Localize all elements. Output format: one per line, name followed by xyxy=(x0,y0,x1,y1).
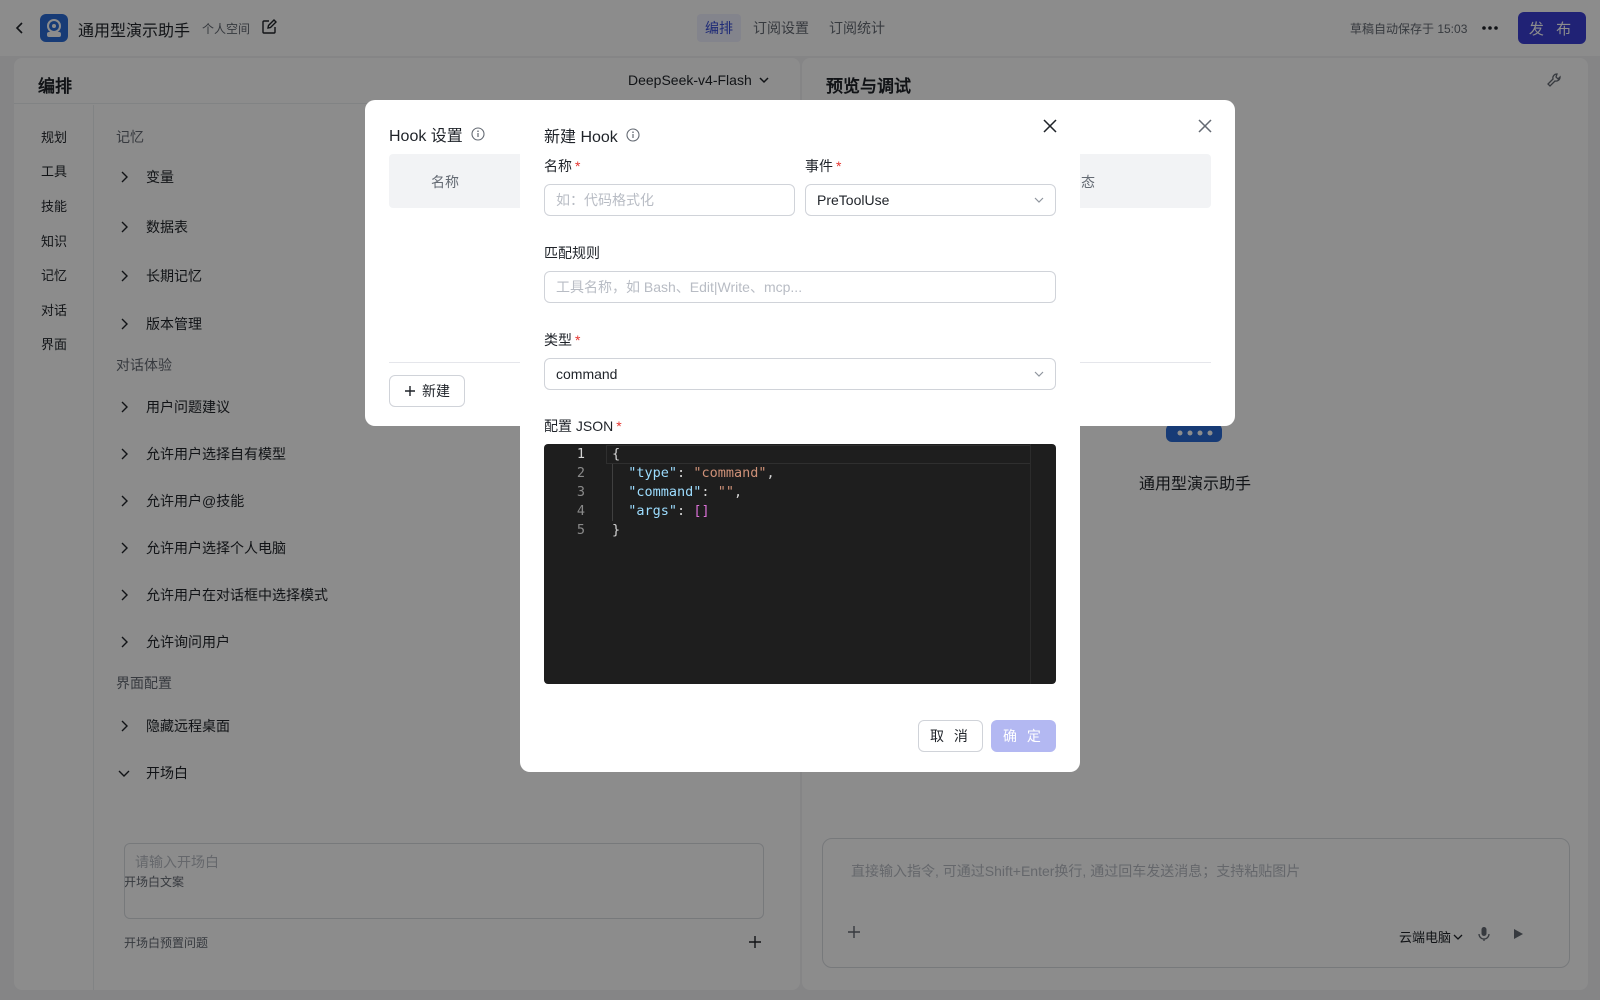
line-number: 4 xyxy=(576,503,585,519)
match-label: 匹配规则 xyxy=(544,245,600,261)
type-select[interactable]: command xyxy=(544,358,1056,390)
cancel-button[interactable]: 取 消 xyxy=(918,720,983,752)
hook-settings-title: Hook 设置 xyxy=(389,122,485,146)
line-number: 1 xyxy=(576,446,585,462)
line-number: 5 xyxy=(576,522,585,538)
event-label: 事件 * xyxy=(805,156,841,176)
chevron-down-icon xyxy=(1034,371,1044,377)
required-mark: * xyxy=(575,158,581,174)
close-icon[interactable] xyxy=(1042,118,1062,138)
name-input[interactable] xyxy=(544,184,795,216)
event-value: PreToolUse xyxy=(817,192,890,208)
new-hook-button[interactable]: 新建 xyxy=(389,375,465,407)
hook-col-status: 态 xyxy=(1081,174,1095,190)
name-label: 名称 * xyxy=(544,156,580,176)
line-number: 2 xyxy=(576,465,585,481)
new-hook-label: 新建 xyxy=(422,383,450,399)
required-mark: * xyxy=(836,158,842,174)
json-code-editor[interactable]: 1 { 2 "type": "command", 3 "command": ""… xyxy=(544,444,1056,684)
hook-col-name: 名称 xyxy=(431,174,459,190)
line-number: 3 xyxy=(576,484,585,500)
info-icon xyxy=(626,128,640,142)
info-icon xyxy=(471,127,485,141)
chevron-down-icon xyxy=(1034,197,1044,203)
name-label-text: 名称 xyxy=(544,158,572,174)
code-line: 2 "type": "command", xyxy=(544,464,1056,483)
code-line: 1 { xyxy=(544,445,1056,464)
type-label: 类型 * xyxy=(544,330,580,350)
code-text: "args": [] xyxy=(628,503,710,519)
confirm-button[interactable]: 确 定 xyxy=(991,720,1056,752)
event-label-text: 事件 xyxy=(805,158,833,174)
hook-settings-title-text: Hook 设置 xyxy=(389,128,463,145)
code-text: } xyxy=(612,522,621,538)
type-value: command xyxy=(556,366,618,382)
config-label-text: 配置 JSON xyxy=(544,418,614,434)
code-line: 4 "args": [] xyxy=(544,502,1056,521)
code-text: { xyxy=(612,446,621,462)
plus-icon xyxy=(405,386,415,396)
event-select[interactable]: PreToolUse xyxy=(805,184,1056,216)
type-label-text: 类型 xyxy=(544,332,572,348)
new-hook-title-text: 新建 Hook xyxy=(544,129,618,146)
match-rule-input[interactable] xyxy=(544,271,1056,303)
code-line: 5 } xyxy=(544,521,1056,540)
required-mark: * xyxy=(575,332,581,348)
close-icon[interactable] xyxy=(1197,118,1217,138)
new-hook-modal: 新建 Hook 名称* 事件* PreToolUse 匹配规则 类型* comm… xyxy=(520,100,1080,772)
code-line: 3 "command": "", xyxy=(544,483,1056,502)
config-label: 配置 JSON * xyxy=(544,416,622,436)
new-hook-title: 新建 Hook xyxy=(544,123,640,147)
code-text: "type": "command", xyxy=(628,465,775,481)
code-text: "command": "", xyxy=(628,484,743,500)
required-mark: * xyxy=(616,418,622,434)
